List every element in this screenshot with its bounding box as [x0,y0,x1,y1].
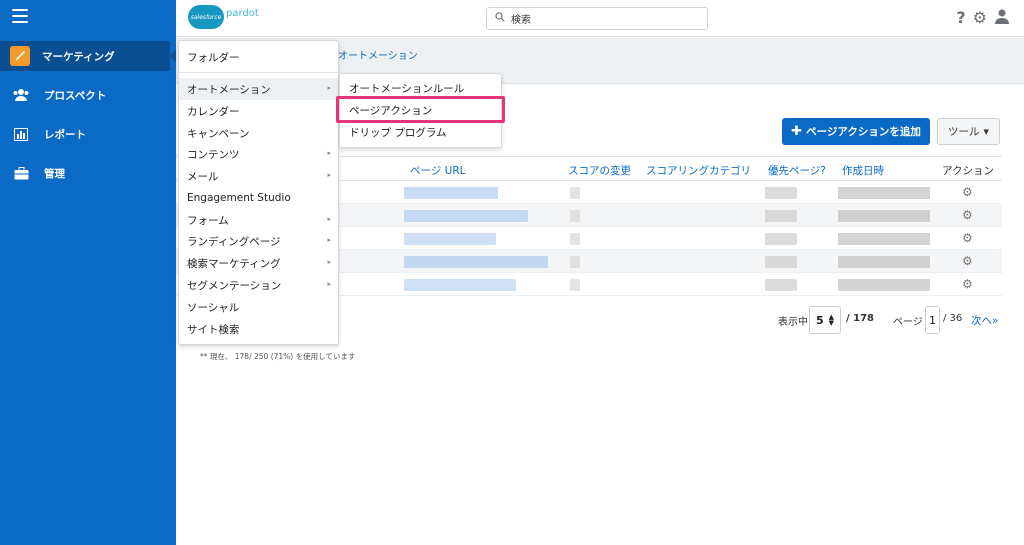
blurred-priority [765,210,797,222]
sidebar-item-label: プロスペクト [44,89,107,102]
sidebar-item-label: マーケティング [42,50,115,63]
menu-item-search-marketing[interactable]: 検索マーケティング ▸ [179,252,338,274]
pardot-label: pardot [226,7,259,19]
column-header-scoring-category[interactable]: スコアリングカテゴリ [646,163,751,178]
row-gear-icon[interactable]: ⚙ [962,231,973,245]
chevron-right-icon: ▸ [327,280,331,288]
chevron-right-icon: ▸ [327,171,331,179]
user-icon[interactable] [994,8,1010,27]
showing-label: 表示中 [778,317,808,328]
search-text: 検索 [511,15,531,26]
blurred-priority [765,233,797,245]
blurred-date [838,187,930,199]
row-gear-icon[interactable]: ⚙ [962,208,973,222]
people-icon [10,84,32,106]
column-header-page-url[interactable]: ページ URL [410,163,465,178]
search-input[interactable]: 検索 [486,7,708,30]
add-page-action-button[interactable]: ✚ ページアクションを追加 [782,118,930,145]
search-icon [495,12,505,25]
total-count: / 178 [846,313,875,324]
salesforce-pardot-logo[interactable]: salesforce pardot [188,5,259,29]
salesforce-cloud-icon: salesforce [188,5,224,29]
sidebar-item-admin[interactable]: 管理 [0,158,176,188]
sidebar-item-label: レポート [44,128,86,141]
tools-dropdown-button[interactable]: ツール ▼ [937,118,1000,145]
menu-item-calendar[interactable]: カレンダー [179,100,338,122]
chevron-right-icon: ▸ [327,149,331,157]
briefcase-icon [10,162,32,184]
help-icon[interactable]: ? [956,8,965,27]
chevron-right-icon: ▸ [327,258,331,266]
menu-item-segmentation[interactable]: セグメンテーション ▸ [179,274,338,296]
menu-item-landing-pages[interactable]: ランディングページ ▸ [179,230,338,252]
sidebar: マーケティング プロスペクト レポート 管理 [0,0,176,545]
column-header-actions: アクション [942,165,994,177]
blurred-score [570,233,580,245]
column-header-score-change[interactable]: スコアの変更 [568,163,631,178]
blurred-date [838,233,930,245]
blurred-url[interactable] [404,279,516,291]
blurred-date [838,210,930,222]
marketing-menu: フォルダー オートメーション ▸ カレンダー キャンペーン コンテンツ ▸ メール ▸… [178,40,339,345]
column-header-created-date[interactable]: 作成日時 [842,163,884,178]
blurred-priority [765,279,797,291]
blurred-score [570,279,580,291]
page-label: ページ [893,317,923,328]
page-actions-highlight-box [336,96,505,123]
menu-item-site-search[interactable]: サイト検索 [179,318,338,340]
bar-chart-icon [10,123,32,145]
blurred-priority [765,187,797,199]
blurred-date [838,256,930,268]
blurred-url[interactable] [404,256,548,268]
caret-down-icon: ▼ [983,127,989,136]
blurred-url[interactable] [404,210,528,222]
menu-item-email[interactable]: メール ▸ [179,165,338,187]
page-size-select[interactable]: 5 ▲ ▼ [809,306,841,334]
menu-item-folders[interactable]: フォルダー [179,46,338,68]
blurred-score [570,187,580,199]
menu-divider [179,72,338,73]
next-page-link[interactable]: 次へ» [971,313,998,328]
chevron-right-icon: ▸ [327,84,331,92]
breadcrumb[interactable]: オートメーション [338,47,418,62]
sidebar-item-marketing[interactable]: マーケティング [0,41,170,71]
menu-item-social[interactable]: ソーシャル [179,296,338,318]
menu-item-automation[interactable]: オートメーション ▸ [179,78,338,100]
submenu-item-drip-programs[interactable]: ドリップ プログラム [340,121,501,143]
plus-icon: ✚ [791,124,803,139]
blurred-priority [765,256,797,268]
column-header-priority-page[interactable]: 優先ページ? [768,163,826,178]
chevron-right-icon: ▸ [327,215,331,223]
gear-icon[interactable]: ⚙ [973,8,987,27]
total-pages: / 36 [943,313,963,324]
menu-item-forms[interactable]: フォーム ▸ [179,209,338,231]
menu-item-content[interactable]: コンテンツ ▸ [179,143,338,165]
magic-wand-icon [10,46,30,66]
blurred-date [838,279,930,291]
sidebar-item-label: 管理 [44,167,65,180]
blurred-score [570,210,580,222]
blurred-url[interactable] [404,187,498,199]
top-bar: salesforce pardot 検索 ? ⚙ [176,0,1024,37]
menu-item-engagement-studio[interactable]: Engagement Studio [179,187,338,209]
sidebar-item-reports[interactable]: レポート [0,119,176,149]
hamburger-menu-icon[interactable] [12,9,28,23]
sidebar-item-prospects[interactable]: プロスペクト [0,80,176,110]
current-page-input[interactable]: 1 [925,306,940,334]
usage-footnote: ** 現在、 178/ 250 (71%) を使用しています [200,352,356,361]
chevron-right-icon: ▸ [327,236,331,244]
select-arrows-icon: ▲ ▼ [828,313,835,327]
top-icons: ? ⚙ [956,8,1010,27]
row-gear-icon[interactable]: ⚙ [962,277,973,291]
menu-item-campaigns[interactable]: キャンペーン [179,122,338,144]
blurred-url[interactable] [404,233,496,245]
row-gear-icon[interactable]: ⚙ [962,185,973,199]
blurred-score [570,256,580,268]
row-gear-icon[interactable]: ⚙ [962,254,973,268]
